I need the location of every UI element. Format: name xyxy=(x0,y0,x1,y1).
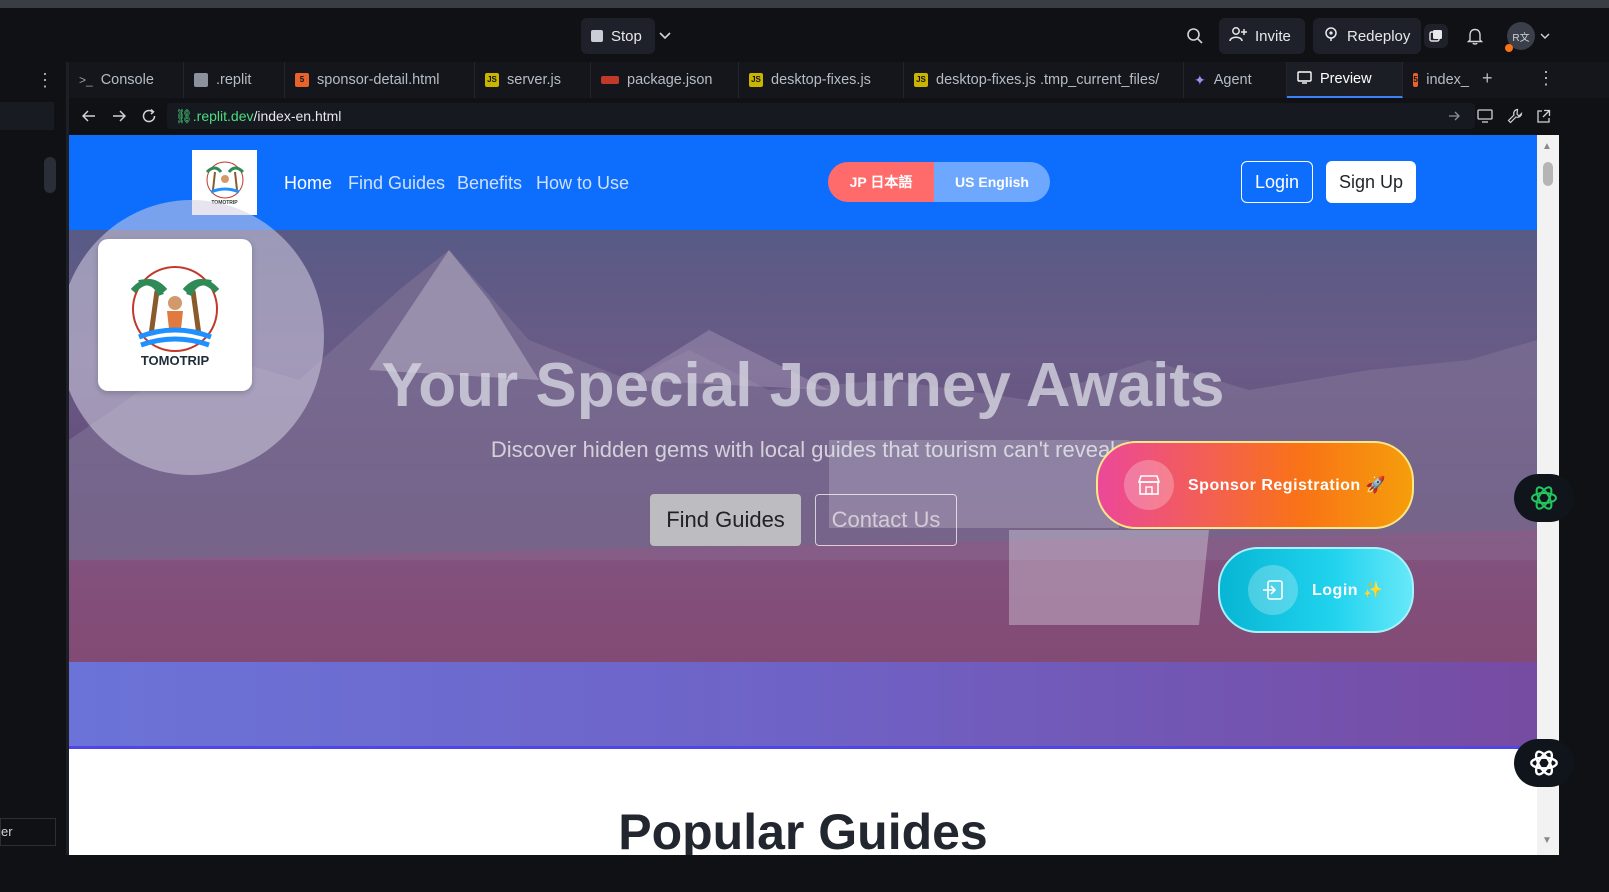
chatgpt-green-icon[interactable] xyxy=(1514,474,1574,522)
tab-label: sponsor-detail.html xyxy=(317,72,440,88)
agent-icon: ✦ xyxy=(1194,71,1206,88)
html-icon: 5 xyxy=(1413,73,1419,87)
go-arrow-icon[interactable] xyxy=(1445,106,1463,126)
deploy-icon xyxy=(1323,26,1339,46)
nav-home[interactable]: Home xyxy=(284,173,332,194)
wrench-icon[interactable] xyxy=(1505,106,1525,126)
tab-sponsor-detail[interactable]: 5 sponsor-detail.html xyxy=(285,62,475,98)
redeploy-label: Redeploy xyxy=(1347,27,1411,45)
floating-login-button[interactable]: Login ✨ xyxy=(1218,547,1414,633)
tab-package-json[interactable]: package.json xyxy=(591,62,739,98)
deployments-icon[interactable] xyxy=(1424,24,1448,48)
nav-benefits[interactable]: Benefits xyxy=(457,173,522,194)
sponsor-registration-button[interactable]: Sponsor Registration 🚀 xyxy=(1096,441,1414,529)
chevron-down-icon[interactable] xyxy=(658,26,672,46)
npm-icon xyxy=(601,76,619,84)
scroll-down-icon[interactable]: ▼ xyxy=(1542,835,1552,846)
floating-login-label: Login ✨ xyxy=(1312,582,1384,599)
js-icon: JS xyxy=(914,73,928,87)
terminal-icon: >_ xyxy=(79,73,93,87)
link-icon: ⛓ xyxy=(175,108,193,124)
hero-contact-button[interactable]: Contact Us xyxy=(815,494,957,546)
url-domain: .replit.dev xyxy=(192,108,254,124)
html-icon: 5 xyxy=(295,73,309,87)
tab-desktop-fixes[interactable]: JS desktop-fixes.js xyxy=(739,62,904,98)
tab-label: package.json xyxy=(627,72,713,88)
add-user-icon xyxy=(1229,26,1247,46)
tab-server-js[interactable]: JS server.js xyxy=(475,62,591,98)
sponsor-registration-label: Sponsor Registration 🚀 xyxy=(1188,477,1387,494)
url-path: /index-en.html xyxy=(253,108,342,124)
tab-label: server.js xyxy=(507,72,561,88)
store-icon xyxy=(1124,460,1174,510)
panel-input[interactable]: er xyxy=(0,818,56,846)
tab-label: Console xyxy=(100,72,154,88)
scroll-up-icon[interactable]: ▲ xyxy=(1542,141,1552,152)
tab-label: desktop-fixes.js xyxy=(771,72,871,88)
avatar-chevron-icon[interactable] xyxy=(1539,28,1551,44)
device-icon[interactable] xyxy=(1475,106,1495,126)
back-arrow-icon[interactable] xyxy=(79,106,99,126)
login-button[interactable]: Login xyxy=(1241,161,1313,203)
stop-label: Stop xyxy=(611,27,642,45)
scroll-thumb[interactable] xyxy=(1543,162,1553,186)
tab-console[interactable]: >_ Console xyxy=(69,62,184,98)
hero-section: TOMOTRIP Your Special Journey Awaits Dis… xyxy=(69,200,1537,662)
redeploy-button[interactable]: Redeploy xyxy=(1313,18,1421,54)
invite-button[interactable]: Invite xyxy=(1219,18,1305,54)
more-options-icon[interactable]: ⋮ xyxy=(36,70,54,91)
tab-label: Agent xyxy=(1213,72,1252,88)
tab-preview[interactable]: Preview xyxy=(1287,62,1403,98)
preview-url-bar: ⛓.replit.dev/index-en.html xyxy=(69,98,1609,134)
reload-icon[interactable] xyxy=(139,106,159,126)
js-icon: JS xyxy=(749,73,763,87)
replit-icon xyxy=(194,73,208,87)
lang-en-button[interactable]: US English xyxy=(934,162,1050,202)
left-panel-strip: ⋮ er xyxy=(0,62,69,862)
ide-top-bar: Stop Invite Redeploy R文 xyxy=(0,0,1609,62)
stop-icon xyxy=(591,30,603,42)
nav-find-guides[interactable]: Find Guides xyxy=(348,173,445,194)
tab-index[interactable]: 5 index_ xyxy=(1403,62,1479,98)
tab-label: desktop-fixes.js .tmp_current_files/ xyxy=(936,72,1160,88)
preview-page: TOMOTRIP Home Find Guides Benefits How t… xyxy=(69,135,1537,855)
tab-options-icon[interactable]: ⋮ xyxy=(1537,68,1555,89)
language-switch: JP 日本語 US English xyxy=(828,162,1050,202)
preview-icon xyxy=(1297,70,1312,88)
editor-tab-bar: >_ Console .replit 5 sponsor-detail.html… xyxy=(69,62,1609,99)
palm-logo-icon xyxy=(205,161,244,198)
panel-scrollbar[interactable] xyxy=(44,157,56,193)
stop-button[interactable]: Stop xyxy=(581,18,655,54)
tab-label: .replit xyxy=(216,72,252,88)
hero-title: Your Special Journey Awaits xyxy=(381,351,1225,420)
site-navbar: TOMOTRIP Home Find Guides Benefits How t… xyxy=(69,135,1537,230)
gradient-band xyxy=(69,662,1537,749)
panel-row xyxy=(0,102,54,130)
invite-label: Invite xyxy=(1255,27,1291,45)
url-input[interactable]: ⛓.replit.dev/index-en.html xyxy=(167,103,1475,129)
popular-guides-title: Popular Guides xyxy=(618,804,988,855)
tab-label: index_ xyxy=(1426,72,1469,88)
login-arrow-icon xyxy=(1248,565,1298,615)
search-icon[interactable] xyxy=(1184,25,1206,47)
js-icon: JS xyxy=(485,73,499,87)
tab-replit[interactable]: .replit xyxy=(184,62,285,98)
nav-how-to-use[interactable]: How to Use xyxy=(536,173,629,194)
external-link-icon[interactable] xyxy=(1533,106,1553,126)
tab-desktop-fixes-tmp[interactable]: JS desktop-fixes.js .tmp_current_files/ xyxy=(904,62,1184,98)
chatgpt-white-icon[interactable] xyxy=(1514,739,1574,787)
bell-icon[interactable] xyxy=(1465,25,1485,47)
palm-tree-logo-icon xyxy=(130,265,220,352)
tab-label: Preview xyxy=(1320,71,1372,87)
avatar-text: R文 xyxy=(1512,32,1530,44)
tab-agent[interactable]: ✦ Agent xyxy=(1184,62,1287,98)
add-tab-icon[interactable]: + xyxy=(1482,68,1493,89)
bottom-strip xyxy=(0,855,1609,892)
hero-find-guides-button[interactable]: Find Guides xyxy=(650,494,801,546)
forward-arrow-icon[interactable] xyxy=(109,106,129,126)
lang-jp-button[interactable]: JP 日本語 xyxy=(828,162,934,202)
notification-dot xyxy=(1505,44,1513,52)
signup-button[interactable]: Sign Up xyxy=(1326,161,1416,203)
